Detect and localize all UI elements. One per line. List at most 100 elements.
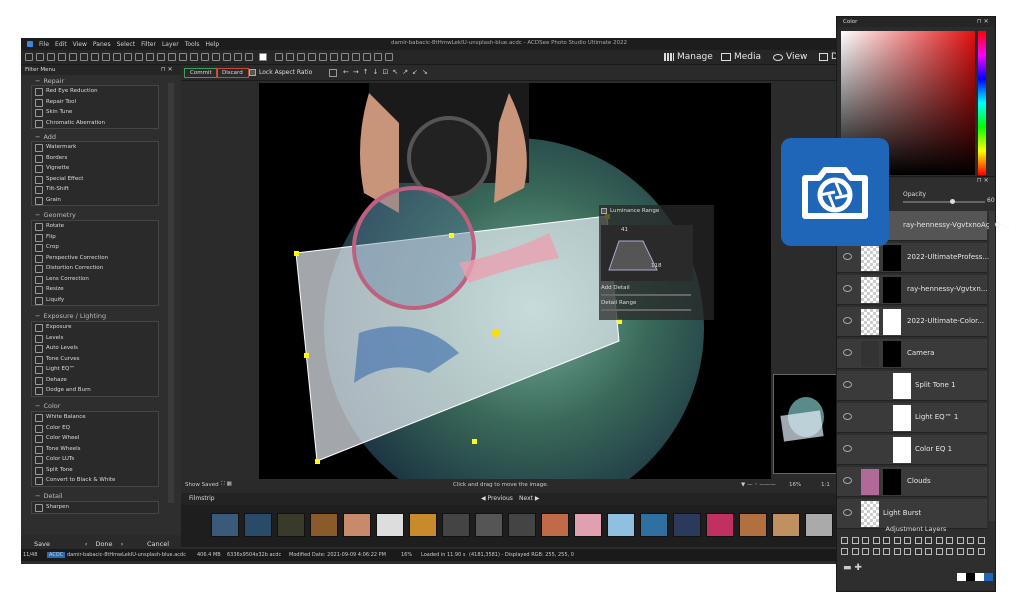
filter-item[interactable]: Red Eye Reduction xyxy=(32,86,158,97)
filter-item[interactable]: Crop xyxy=(32,242,158,253)
eye-icon[interactable] xyxy=(843,413,852,420)
adjustment-layer-icon[interactable] xyxy=(851,548,859,555)
adjustment-layer-icon[interactable] xyxy=(841,537,848,544)
filmstrip-thumbnail[interactable] xyxy=(376,513,404,537)
menu-file[interactable]: File xyxy=(39,41,49,48)
filter-item[interactable]: Flip xyxy=(32,232,158,243)
rotate-tool-icon[interactable] xyxy=(297,53,305,61)
blend-mode-icons[interactable] xyxy=(957,573,993,581)
ratio-button[interactable]: 1:1 xyxy=(821,482,830,488)
hue-slider[interactable] xyxy=(978,31,986,175)
eye-icon[interactable] xyxy=(843,381,852,388)
image-canvas[interactable]: Luminance Range 41 118 Add Detail Detail… xyxy=(259,83,771,479)
filter-item[interactable]: White Balance xyxy=(32,412,158,423)
smudge-tool-icon[interactable] xyxy=(245,53,253,61)
add-detail-slider[interactable] xyxy=(601,294,691,296)
filter-item[interactable]: Repair Tool xyxy=(32,97,158,108)
luminance-checkbox[interactable] xyxy=(601,208,607,214)
app-icon[interactable] xyxy=(27,41,33,47)
filter-item[interactable]: Liquify xyxy=(32,295,158,306)
dodge-tool-icon[interactable] xyxy=(234,53,242,61)
menu-tools[interactable]: Tools xyxy=(185,41,200,48)
filter-item[interactable]: Skin Tune xyxy=(32,107,158,118)
layer-row[interactable]: Light EQ™ 1 xyxy=(837,403,987,433)
section-detail[interactable]: Detail xyxy=(35,492,62,500)
script-tool-icon[interactable] xyxy=(385,53,393,61)
filter-item[interactable]: Vignette xyxy=(32,163,158,174)
filmstrip-thumbnail[interactable] xyxy=(772,513,800,537)
filter-item[interactable]: Borders xyxy=(32,153,158,164)
adjustment-layer-icon[interactable] xyxy=(904,537,911,544)
adjustment-layer-icon[interactable] xyxy=(862,548,869,555)
layer-row[interactable]: Split Tone 1 xyxy=(837,371,987,401)
brush-tool-icon[interactable] xyxy=(80,53,88,61)
layer-row[interactable]: Color EQ 1 xyxy=(837,435,987,465)
adjustment-layer-icon[interactable] xyxy=(883,548,890,555)
filmstrip-thumbnail[interactable] xyxy=(244,513,272,537)
eye-icon[interactable] xyxy=(843,477,852,484)
luminance-graph[interactable] xyxy=(601,225,693,281)
navigator-thumbnail[interactable] xyxy=(773,374,837,474)
filter-item[interactable]: Tone Wheels xyxy=(32,444,158,455)
adjustment-layer-icon[interactable] xyxy=(883,537,890,544)
adjustment-layer-icon[interactable] xyxy=(862,537,869,544)
layer-row[interactable]: 2022-Ultimate-Color... xyxy=(837,307,987,337)
color-swatch-icon[interactable] xyxy=(259,53,267,61)
center-handle[interactable] xyxy=(492,329,500,337)
adjustment-layer-icon[interactable] xyxy=(967,548,974,555)
filter-item[interactable]: Rotate xyxy=(32,221,158,232)
filmstrip-thumbnail[interactable] xyxy=(607,513,635,537)
previous-button[interactable]: ◀ Previous xyxy=(481,495,513,502)
adjustment-layer-icon[interactable] xyxy=(925,537,932,544)
select-tool-icon[interactable] xyxy=(36,53,44,61)
zoom-slider[interactable]: ▼ — ◦ ——— xyxy=(741,482,776,488)
filter-item[interactable]: Sharpen xyxy=(32,502,158,513)
filmstrip-thumbnail[interactable] xyxy=(442,513,470,537)
snap-tool-icon[interactable] xyxy=(341,53,349,61)
menu-filter[interactable]: Filter xyxy=(141,41,156,48)
adjustment-layer-icon[interactable] xyxy=(872,548,880,555)
adjustment-layer-icon[interactable] xyxy=(956,548,964,555)
filmstrip-thumbnail[interactable] xyxy=(739,513,767,537)
menu-select[interactable]: Select xyxy=(117,41,136,48)
edge-handle[interactable] xyxy=(472,439,477,444)
filmstrip-thumbnail[interactable] xyxy=(541,513,569,537)
adjustment-layer-icon[interactable] xyxy=(977,537,985,544)
layer-row[interactable]: ray-hennessy-Vgvtxn... xyxy=(837,275,987,305)
layer-row[interactable]: Camera xyxy=(837,339,987,369)
filter-item[interactable]: Color LUTs xyxy=(32,454,158,465)
corner-handle[interactable] xyxy=(315,459,320,464)
mode-media[interactable]: Media xyxy=(721,52,761,62)
filter-item[interactable]: Special Effect xyxy=(32,174,158,185)
adjustment-layer-icon[interactable] xyxy=(935,537,943,544)
section-repair[interactable]: Repair xyxy=(35,77,64,85)
move-tool-icon[interactable] xyxy=(25,53,33,61)
adjustment-layer-icon[interactable] xyxy=(914,548,922,555)
filmstrip-thumbnail[interactable] xyxy=(211,513,239,537)
lasso-tool-icon[interactable] xyxy=(47,53,55,61)
filter-menu-scrollbar[interactable] xyxy=(168,83,174,503)
pin-icon[interactable]: ⊓ ✕ xyxy=(161,66,173,73)
filter-item[interactable]: Chromatic Aberration xyxy=(32,118,158,129)
zoom-value[interactable]: 16% xyxy=(789,482,801,488)
eye-icon[interactable] xyxy=(843,285,852,292)
hand-tool-icon[interactable] xyxy=(286,53,294,61)
menu-panes[interactable]: Panes xyxy=(93,41,111,48)
eraser-tool-icon[interactable] xyxy=(91,53,99,61)
edge-handle[interactable] xyxy=(304,353,309,358)
adjustment-layer-icon[interactable] xyxy=(946,537,953,544)
eye-icon[interactable] xyxy=(843,253,852,260)
ellipse-tool-icon[interactable] xyxy=(157,53,165,61)
fill-tool-icon[interactable] xyxy=(223,53,231,61)
filter-item[interactable]: Exposure xyxy=(32,322,158,333)
filter-item[interactable]: Color EQ xyxy=(32,423,158,434)
opacity-knob[interactable] xyxy=(950,199,956,204)
filmstrip-thumbnail[interactable] xyxy=(409,513,437,537)
mask-tool-icon[interactable] xyxy=(308,53,316,61)
filter-item[interactable]: Convert to Black & White xyxy=(32,475,158,486)
detail-range-slider[interactable] xyxy=(601,309,691,311)
menu-layer[interactable]: Layer xyxy=(162,41,179,48)
filmstrip-thumbnail[interactable] xyxy=(310,513,338,537)
adjustment-layer-icon[interactable] xyxy=(851,537,859,544)
adjustment-layer-icon[interactable] xyxy=(893,537,901,544)
